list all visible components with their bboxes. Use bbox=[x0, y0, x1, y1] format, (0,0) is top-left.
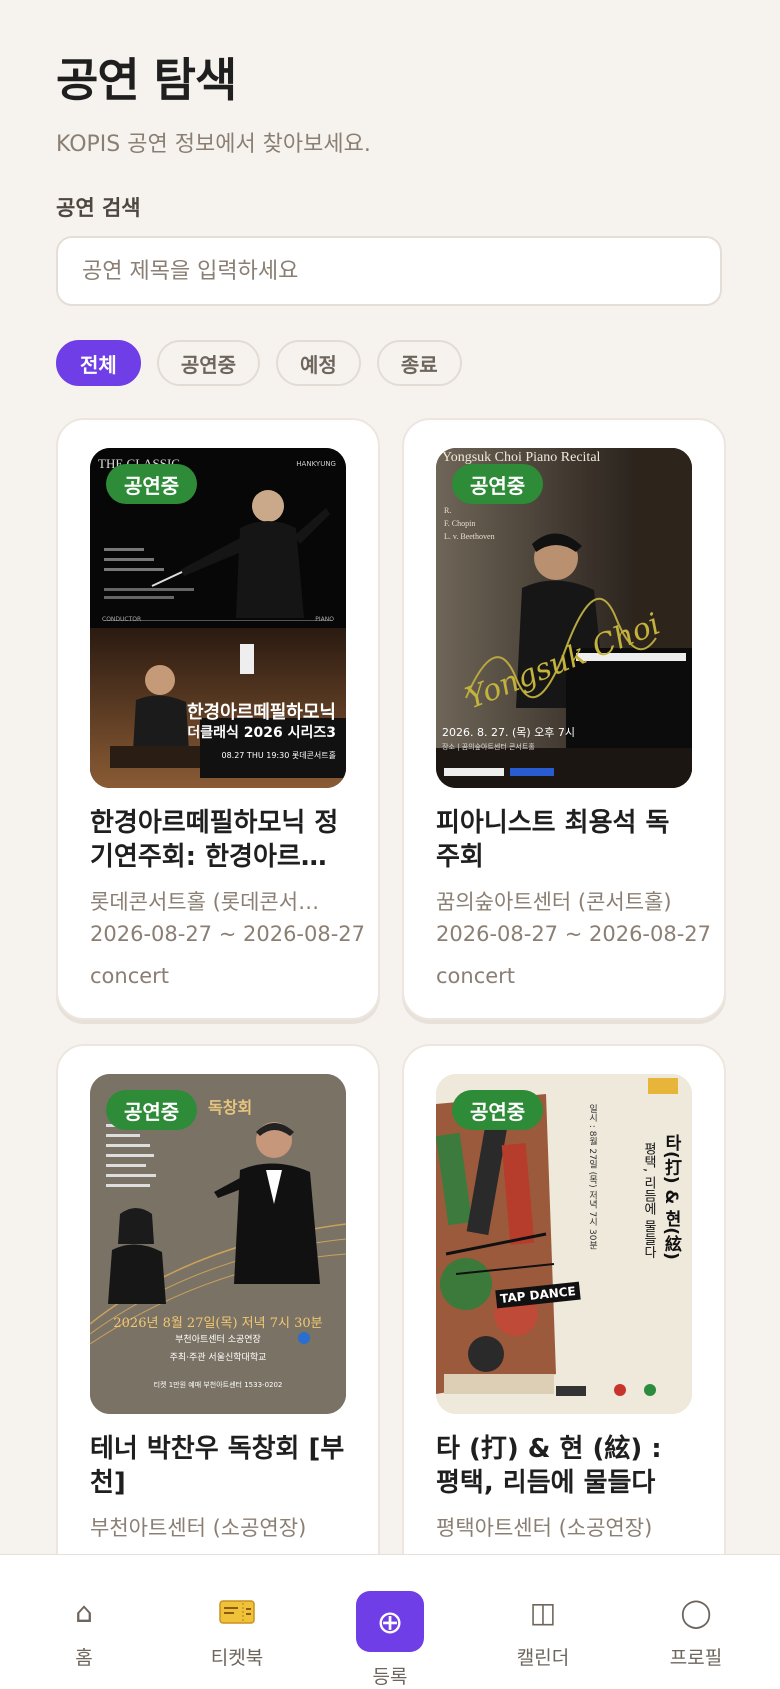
tab-label: 홈 bbox=[75, 1647, 93, 1669]
performance-venue: 롯데콘서트홀 (롯데콘서… bbox=[90, 890, 320, 914]
home-icon: ⌂ bbox=[75, 1595, 93, 1629]
tab-label: 프로필 bbox=[669, 1647, 723, 1669]
poster-image: Yongsuk Choi Piano Recital R. F. Chopin … bbox=[436, 448, 692, 788]
tab-calendar[interactable]: ◫ 캘린더 bbox=[483, 1555, 603, 1689]
performance-title: 타 (打) & 현 (絃) : 평택, 리듬에 물들다 bbox=[436, 1434, 662, 1498]
filter-all[interactable]: 전체 bbox=[56, 340, 141, 386]
poster-sub-text: 더클래식 2026 시리즈3 bbox=[187, 725, 336, 741]
poster-place-text: 장소 | 꿈의숲아트센터 콘서트홀 bbox=[442, 743, 535, 751]
poster-top-text: 독창회 bbox=[208, 1098, 253, 1117]
tab-ticketbook[interactable]: 티켓북 bbox=[177, 1555, 297, 1689]
ticket-icon bbox=[219, 1595, 255, 1629]
poster-piano-text: PIANO bbox=[315, 616, 334, 623]
search-label: 공연 검색 bbox=[56, 196, 141, 220]
performance-dates: 2026-08-27 ~ 2026-08-27 bbox=[90, 922, 366, 946]
status-badge: 공연중 bbox=[452, 464, 544, 504]
poster-vertical-sub: 평택, 리듬에 물들다 bbox=[641, 1142, 656, 1259]
performance-card[interactable]: 독창회 2026년 8월 27일(목) 저녁 7시 30분 부천아트센터 소공연… bbox=[56, 1044, 380, 1608]
performance-category: concert bbox=[436, 964, 516, 988]
poster-vertical-title: 타(打) & 현(絃) bbox=[661, 1134, 681, 1260]
performance-dates: 2026-08-27 ~ 2026-08-27 bbox=[436, 922, 712, 946]
filter-upcoming[interactable]: 예정 bbox=[276, 340, 361, 386]
page-subtitle: KOPIS 공연 정보에서 찾아보세요. bbox=[56, 132, 371, 157]
poster-image: 타(打) & 현(絃) 평택, 리듬에 물들다 일시 : 8월 27일 (목) … bbox=[436, 1074, 692, 1414]
page-title: 공연 탐색 bbox=[56, 53, 237, 107]
poster-program: R. F. Chopin L. v. Beethoven bbox=[444, 504, 495, 543]
performance-venue: 부천아트센터 (소공연장) bbox=[90, 1516, 307, 1540]
search-input[interactable] bbox=[56, 236, 722, 306]
performance-card[interactable]: Yongsuk Choi Piano Recital R. F. Chopin … bbox=[402, 418, 726, 1020]
tab-home[interactable]: ⌂ 홈 bbox=[24, 1555, 144, 1689]
performance-explore-screen: 공연 탐색 KOPIS 공연 정보에서 찾아보세요. 공연 검색 전체 공연중 … bbox=[0, 0, 780, 1689]
tab-register[interactable]: ⊕ 등록 bbox=[330, 1555, 450, 1689]
plus-circle-icon: ⊕ bbox=[376, 1602, 404, 1641]
poster-vertical-info: 일시 : 8월 27일 (목) 저녁 7시 30분 bbox=[587, 1104, 597, 1250]
performance-venue: 평택아트센터 (소공연장) bbox=[436, 1516, 653, 1540]
program-line: L. v. Beethoven bbox=[444, 532, 495, 541]
performance-card[interactable]: 타(打) & 현(絃) 평택, 리듬에 물들다 일시 : 8월 27일 (목) … bbox=[402, 1044, 726, 1608]
poster-date-text: 08.27 THU 19:30 롯데콘서트홀 bbox=[221, 751, 336, 760]
tab-label: 등록 bbox=[372, 1666, 408, 1688]
filter-ended[interactable]: 종료 bbox=[376, 340, 462, 386]
poster-conductor-text: CONDUCTOR bbox=[102, 616, 142, 623]
poster-main-text: 한경아르떼필하모닉 bbox=[186, 702, 336, 723]
poster-date-text: 2026. 8. 27. (목) 오후 7시 bbox=[442, 726, 576, 739]
status-badge: 공연중 bbox=[452, 1090, 544, 1130]
performance-venue: 꿈의숲아트센터 (콘서트홀) bbox=[436, 890, 672, 914]
poster-image: THE CLASSIC HANKYUNG CONDUCTOR PIANO 한경아… bbox=[90, 448, 346, 788]
profile-circle-icon: ◯ bbox=[680, 1595, 712, 1629]
tab-label: 티켓북 bbox=[210, 1647, 264, 1669]
program-line: R. bbox=[444, 506, 452, 515]
tab-label: 캘린더 bbox=[516, 1647, 570, 1669]
filter-ongoing[interactable]: 공연중 bbox=[156, 340, 261, 386]
performance-title: 테너 박찬우 독창회 [부천] bbox=[90, 1434, 345, 1498]
book-icon: ◫ bbox=[529, 1595, 557, 1629]
program-line: F. Chopin bbox=[444, 519, 476, 528]
poster-host-text: 주최·주관 서울신학대학교 bbox=[169, 1353, 267, 1363]
tab-profile[interactable]: ◯ 프로필 bbox=[636, 1555, 756, 1689]
poster-date-text: 2026년 8월 27일(목) 저녁 7시 30분 bbox=[113, 1316, 323, 1331]
poster-image: 독창회 2026년 8월 27일(목) 저녁 7시 30분 부천아트센터 소공연… bbox=[90, 1074, 346, 1414]
register-button[interactable]: ⊕ bbox=[356, 1591, 424, 1652]
poster-place-text: 부천아트센터 소공연장 bbox=[175, 1335, 261, 1345]
performance-card[interactable]: THE CLASSIC HANKYUNG CONDUCTOR PIANO 한경아… bbox=[56, 418, 380, 1020]
bottom-tab-bar: ⌂ 홈 티켓북 ⊕ 등록 ◫ 캘린더 ◯ 프로필 bbox=[0, 1554, 780, 1689]
status-filter-group: 전체 공연중 예정 종료 bbox=[56, 340, 462, 386]
performance-title: 한경아르떼필하모닉 정기연주회: 한경아르… bbox=[90, 808, 339, 872]
status-badge: 공연중 bbox=[106, 1090, 198, 1130]
status-badge: 공연중 bbox=[106, 464, 198, 504]
poster-logo-text: HANKYUNG bbox=[296, 460, 336, 468]
poster-info-text: 티켓 1만원 예매 부천아트센터 1533-0202 bbox=[153, 1381, 283, 1389]
performance-title: 피아니스트 최용석 독주회 bbox=[436, 808, 670, 872]
performance-category: concert bbox=[90, 964, 170, 988]
